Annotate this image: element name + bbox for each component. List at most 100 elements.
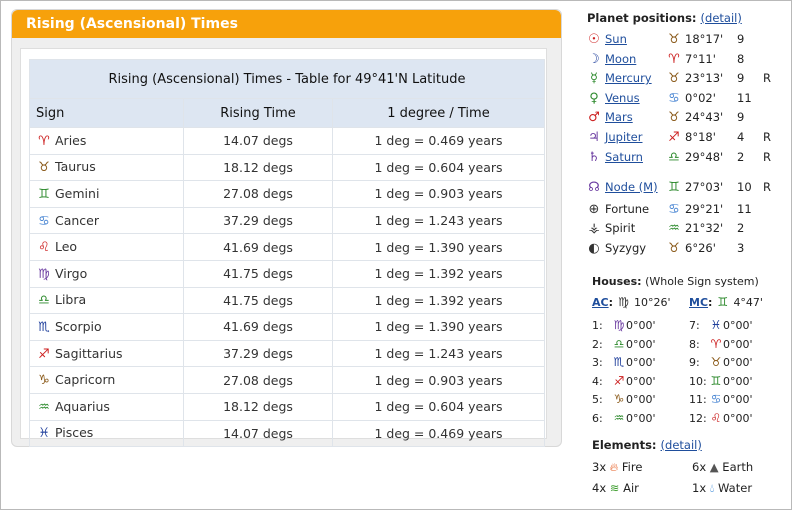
house-cusp: 10: ♊ 0°00' <box>689 372 753 390</box>
planet-position: 6°26' <box>685 241 716 255</box>
table-row: ♊ Gemini 27.08 degs 1 deg = 0.903 years <box>29 180 545 208</box>
zodiac-sign-icon: ♈ <box>668 52 680 67</box>
zodiac-sign-icon: ♒ <box>668 221 680 236</box>
planet-name-link[interactable]: Jupiter <box>605 128 643 147</box>
degree-time-cell: 1 deg = 1.243 years <box>332 339 545 368</box>
planet-house: 11 <box>737 91 752 105</box>
planet-house: 2 <box>737 221 745 235</box>
ac-link[interactable]: AC <box>592 296 609 309</box>
house-cusp: 11: ♋ 0°00' <box>689 390 753 408</box>
table-row: ♋ Cancer 37.29 degs 1 deg = 1.243 years <box>29 206 545 235</box>
fire-count: 3x <box>592 460 607 474</box>
sign-cell: ♈ Aries <box>29 127 184 155</box>
zodiac-sign-icon: ♉ <box>668 110 680 125</box>
sign-name: Taurus <box>55 159 96 175</box>
zodiac-sign-icon: ♉ <box>710 355 722 369</box>
midheaven-row: MC: ♊ 4°47' <box>689 295 763 309</box>
house-number: 7: <box>689 319 700 332</box>
elements-detail-link[interactable]: (detail) <box>661 438 702 452</box>
rising-time-cell: 27.08 degs <box>183 180 333 208</box>
house-position: 0°00' <box>723 356 753 369</box>
planet-position: 8°18' <box>685 130 716 144</box>
planet-name-link[interactable]: Sun <box>605 30 627 49</box>
house-position: 0°00' <box>723 411 753 425</box>
element-earth: 6x ▲ Earth <box>692 457 753 477</box>
zodiac-sign-icon: ♉ <box>668 241 680 256</box>
house-position: 0°00' <box>723 319 753 332</box>
planet-detail-link[interactable]: (detail) <box>701 11 742 25</box>
zodiac-sign-icon: ♎ <box>613 336 625 351</box>
col-header-degree-time: 1 degree / Time <box>332 98 545 128</box>
retrograde-marker: R <box>763 130 771 144</box>
zodiac-sign-icon: ♎ <box>38 293 50 309</box>
earth-count: 6x <box>692 460 707 474</box>
zodiac-sign-icon: ♍ <box>38 266 50 282</box>
planet-name-link[interactable]: Node (M) <box>605 178 658 197</box>
planet-name-link[interactable]: Mercury <box>605 69 652 88</box>
planet-icon: ♃ <box>588 130 600 145</box>
rising-time-cell: 14.07 degs <box>183 127 333 155</box>
house-position: 0°00' <box>626 393 656 406</box>
degree-time-cell: 1 deg = 1.392 years <box>332 259 545 288</box>
zodiac-sign-icon: ♈ <box>38 133 50 149</box>
table-caption: Rising (Ascensional) Times - Table for 4… <box>29 59 545 99</box>
planet-position: 21°32' <box>685 221 724 235</box>
zodiac-sign-icon: ♈ <box>710 336 722 351</box>
table-row: ♎ Libra 41.75 degs 1 deg = 1.392 years <box>29 286 545 315</box>
house-number: 5: <box>592 393 603 406</box>
table-row: ♌ Leo 41.69 degs 1 deg = 1.390 years <box>29 233 545 261</box>
water-icon: 💧︎ <box>709 481 715 495</box>
rising-times-panel: Rising (Ascensional) Times Rising (Ascen… <box>11 9 562 448</box>
water-label: Water <box>718 481 753 495</box>
zodiac-sign-icon: ♊ <box>710 373 722 388</box>
sign-cell: ♊ Gemini <box>29 180 184 208</box>
zodiac-sign-icon: ♓ <box>38 426 50 442</box>
planet-positions-title: Planet positions: (detail) <box>587 11 742 25</box>
table-row: ♍ Virgo 41.75 degs 1 deg = 1.392 years <box>29 259 545 288</box>
degree-time-cell: 1 deg = 1.390 years <box>332 313 545 341</box>
planet-name-link[interactable]: Saturn <box>605 148 643 167</box>
house-cusp: 8: ♈ 0°00' <box>689 335 753 353</box>
zodiac-sign-icon: ♌ <box>710 410 722 425</box>
zodiac-sign-icon: ♒ <box>613 410 625 425</box>
rising-time-cell: 18.12 degs <box>183 392 333 421</box>
planet-house: 11 <box>737 202 752 216</box>
rising-time-cell: 41.75 degs <box>183 286 333 315</box>
planet-name-link[interactable]: Mars <box>605 108 633 127</box>
house-number: 8: <box>689 337 700 351</box>
degree-time-cell: 1 deg = 1.392 years <box>332 286 545 315</box>
sign-cell: ♌ Leo <box>29 233 184 261</box>
planet-name-link[interactable]: Venus <box>605 89 640 108</box>
earth-icon: ▲ <box>709 460 719 474</box>
planet-position: 18°17' <box>685 32 724 46</box>
sign-name: Pisces <box>55 425 94 441</box>
earth-label: Earth <box>722 460 754 474</box>
house-number: 6: <box>592 411 603 425</box>
table-row: ♓ Pisces 14.07 degs 1 deg = 0.469 years <box>29 419 545 448</box>
zodiac-sign-icon: ♉ <box>668 32 680 47</box>
sign-cell: ♏ Scorpio <box>29 313 184 341</box>
house-position: 0°00' <box>626 319 656 332</box>
table-body: ♈ Aries 14.07 degs 1 deg = 0.469 years ♉ Taur… <box>29 127 545 448</box>
planet-position: 23°13' <box>685 71 724 85</box>
planet-icon: ♄ <box>588 150 600 165</box>
mc-sign-icon: ♊ <box>717 295 729 309</box>
planet-icon: ☽ <box>588 52 600 67</box>
table-row: ♈ Aries 14.07 degs 1 deg = 0.469 years <box>29 127 545 155</box>
fire-label: Fire <box>621 460 643 474</box>
retrograde-marker: R <box>763 150 771 164</box>
element-fire: 3x 🔥︎ Fire <box>592 457 642 477</box>
house-cusp: 4: ♐ 0°00' <box>592 372 656 390</box>
rising-time-cell: 37.29 degs <box>183 206 333 235</box>
planet-name-link[interactable]: Moon <box>605 50 636 69</box>
sign-cell: ♋ Cancer <box>29 206 184 235</box>
house-position: 0°00' <box>723 337 753 351</box>
element-air: 4x ≋ Air <box>592 478 639 498</box>
house-number: 1: <box>592 319 603 332</box>
house-number: 11: <box>689 393 707 406</box>
planet-house: 3 <box>737 241 745 255</box>
zodiac-sign-icon: ♉ <box>668 71 680 86</box>
zodiac-sign-icon: ♓ <box>710 318 722 332</box>
mc-link[interactable]: MC <box>689 296 708 309</box>
planet-position: 29°48' <box>685 150 724 164</box>
